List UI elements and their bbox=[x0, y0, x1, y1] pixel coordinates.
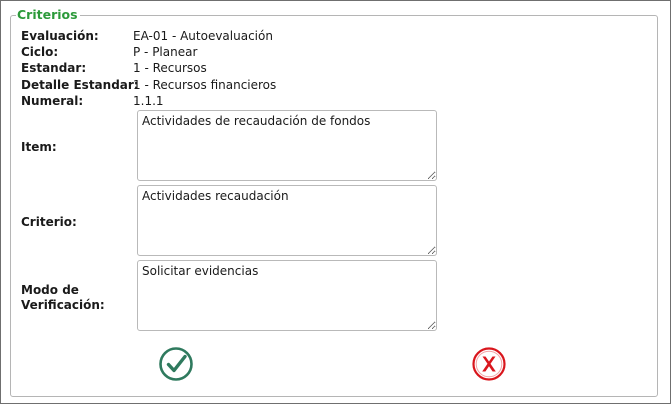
evaluacion-value: EA-01 - Autoevaluación bbox=[133, 29, 273, 43]
item-textarea[interactable] bbox=[137, 110, 437, 181]
check-circle-icon bbox=[159, 347, 193, 381]
numeral-value: 1.1.1 bbox=[133, 94, 164, 108]
item-label: Item: bbox=[21, 140, 57, 154]
accept-button[interactable] bbox=[158, 346, 194, 382]
detalle-estandar-value: 1 - Recursos financieros bbox=[133, 78, 277, 92]
detalle-estandar-label: Detalle Estandar: bbox=[21, 78, 139, 92]
modo-verificacion-textarea[interactable] bbox=[137, 260, 437, 331]
criterios-dialog: Criterios Evaluación: EA-01 - Autoevalua… bbox=[0, 0, 671, 404]
numeral-label: Numeral: bbox=[21, 94, 84, 108]
estandar-label: Estandar: bbox=[21, 61, 87, 75]
evaluacion-label: Evaluación: bbox=[21, 29, 99, 43]
x-circle-icon bbox=[472, 347, 506, 381]
fieldset-legend: Criterios bbox=[16, 7, 80, 23]
ciclo-value: P - Planear bbox=[133, 45, 198, 59]
criterio-label: Criterio: bbox=[21, 215, 77, 229]
modo-verificacion-label: Modo de Verificación: bbox=[21, 283, 105, 312]
criterio-textarea[interactable] bbox=[137, 185, 437, 256]
ciclo-label: Ciclo: bbox=[21, 45, 59, 59]
cancel-button[interactable] bbox=[471, 346, 507, 382]
estandar-value: 1 - Recursos bbox=[133, 61, 207, 75]
